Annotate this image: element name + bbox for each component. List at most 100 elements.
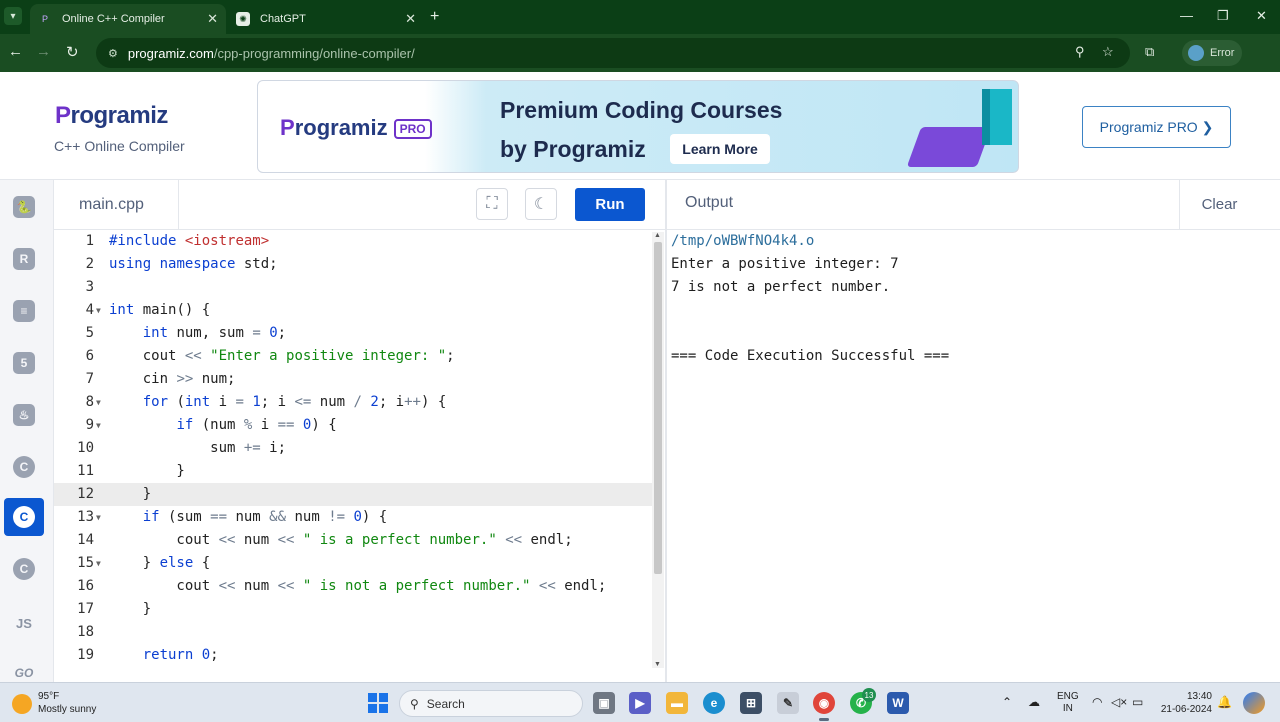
line-number: 18	[77, 624, 94, 640]
bookmark-star-icon[interactable]: ☆	[1102, 44, 1114, 60]
extensions-icon[interactable]: ⧉	[1145, 44, 1154, 60]
windows-start-icon[interactable]	[368, 693, 388, 713]
java-language-icon[interactable]: ♨	[4, 396, 44, 434]
code-line[interactable]: 19 return 0;	[54, 644, 652, 667]
code-line[interactable]: 15 ▼ } else {	[54, 552, 652, 575]
profile-error-chip[interactable]: Error	[1182, 40, 1242, 66]
clock-date: 21-06-2024	[1160, 704, 1212, 715]
chrome-icon[interactable]: ◉	[813, 692, 835, 721]
sql-language-icon[interactable]: ≡	[4, 292, 44, 330]
code-line[interactable]: 11 }	[54, 460, 652, 483]
teams-icon[interactable]: ▶	[629, 692, 651, 714]
file-tab-main-cpp[interactable]: main.cpp	[54, 180, 179, 229]
javascript-language-icon[interactable]: JS	[4, 604, 44, 642]
fold-arrow-icon[interactable]: ▼	[96, 506, 101, 529]
code-text: using namespace std;	[109, 256, 278, 272]
input-language[interactable]: ENG IN	[1057, 691, 1079, 715]
store-icon[interactable]: ⊞	[740, 692, 762, 714]
copilot-icon[interactable]	[1243, 692, 1265, 714]
pane-divider[interactable]	[665, 180, 667, 682]
minimize-icon[interactable]: —	[1180, 8, 1193, 23]
code-line[interactable]: 13 ▼ if (sum == num && num != 0) {	[54, 506, 652, 529]
code-line[interactable]: 18	[54, 621, 652, 644]
volume-muted-icon[interactable]: ◁×	[1111, 695, 1127, 709]
task-view-icon[interactable]: ▣	[593, 692, 615, 714]
forward-icon[interactable]: →	[36, 43, 51, 60]
edge-icon[interactable]: e	[703, 692, 725, 714]
scroll-down-arrow-icon[interactable]: ▼	[654, 661, 661, 668]
site-info-icon[interactable]: ⚙	[108, 47, 118, 60]
onedrive-icon[interactable]: ☁	[1028, 695, 1040, 709]
run-button[interactable]: Run	[575, 188, 645, 221]
code-line[interactable]: 17 }	[54, 598, 652, 621]
clear-button[interactable]: Clear	[1179, 180, 1259, 229]
word-icon[interactable]: W	[887, 692, 909, 714]
code-line[interactable]: 3	[54, 276, 652, 299]
banner-logo: Programiz PRO	[280, 115, 432, 141]
code-text: }	[109, 486, 152, 502]
reload-icon[interactable]: ↻	[66, 43, 79, 61]
address-bar[interactable]: ⚙ programiz.com/cpp-programming/online-c…	[96, 38, 1130, 68]
clock-time: 13:40	[1186, 691, 1212, 702]
code-text: }	[109, 601, 152, 617]
programiz-pro-button[interactable]: Programiz PRO ❯	[1082, 106, 1231, 148]
code-line[interactable]: 1 #include <iostream>	[54, 230, 652, 253]
code-line[interactable]: 14 cout << num << " is a perfect number.…	[54, 529, 652, 552]
fold-arrow-icon[interactable]: ▼	[96, 552, 101, 575]
c-language-icon[interactable]: C	[4, 448, 44, 486]
learn-more-button[interactable]: Learn More	[670, 134, 770, 164]
close-tab-icon[interactable]: ✕	[405, 11, 416, 27]
line-number: 2	[85, 256, 94, 272]
fullscreen-icon[interactable]: ⛶	[476, 188, 508, 220]
new-tab-button[interactable]: +	[430, 8, 439, 26]
taskbar-search[interactable]: ⚲ Search	[399, 690, 583, 717]
notepad-icon[interactable]: ✎	[777, 692, 799, 714]
code-text: }	[109, 463, 185, 479]
code-line[interactable]: 8 ▼ for (int i = 1; i <= num / 2; i++) {	[54, 391, 652, 414]
scrollbar-thumb[interactable]	[654, 242, 662, 574]
programiz-logo[interactable]: Programiz	[55, 102, 168, 130]
code-line[interactable]: 9 ▼ if (num % i == 0) {	[54, 414, 652, 437]
promo-banner[interactable]: Programiz PRO Premium Coding Courses by P…	[257, 80, 1019, 173]
code-line[interactable]: 2 using namespace std;	[54, 253, 652, 276]
tab-search-chevron-icon[interactable]: ▾	[4, 7, 22, 25]
code-editor[interactable]: 1 #include <iostream> 2 using namespace std…	[54, 230, 652, 682]
cpp-language-icon[interactable]: C	[4, 498, 44, 536]
csharp-language-icon[interactable]: C	[4, 550, 44, 588]
python-language-icon[interactable]: 🐍	[4, 188, 44, 226]
maximize-icon[interactable]: ❐	[1217, 8, 1229, 24]
fold-arrow-icon[interactable]: ▼	[96, 391, 101, 414]
line-number: 7	[85, 371, 94, 387]
scroll-up-arrow-icon[interactable]: ▲	[654, 232, 661, 239]
chatgpt-favicon-icon: ✺	[236, 12, 250, 26]
code-line[interactable]: 7 cin >> num;	[54, 368, 652, 391]
code-line[interactable]: 4 ▼ int main() {	[54, 299, 652, 322]
close-tab-icon[interactable]: ✕	[207, 11, 218, 27]
system-clock[interactable]: 13:40 21-06-2024	[1158, 690, 1212, 716]
wifi-icon[interactable]: ◠	[1092, 695, 1102, 709]
code-line[interactable]: 10 sum += i;	[54, 437, 652, 460]
code-text: cout << "Enter a positive integer: ";	[109, 348, 455, 364]
html-language-icon[interactable]: 5	[4, 344, 44, 382]
tab-online-compiler[interactable]: P Online C++ Compiler ✕	[30, 4, 226, 34]
fold-arrow-icon[interactable]: ▼	[96, 299, 101, 322]
close-window-icon[interactable]: ✕	[1256, 8, 1267, 24]
back-icon[interactable]: ←	[8, 43, 23, 60]
line-number: 14	[77, 532, 94, 548]
show-hidden-icons-icon[interactable]: ⌃	[1002, 695, 1012, 709]
notification-bell-icon[interactable]: 🔔	[1217, 695, 1232, 709]
fold-arrow-icon[interactable]: ▼	[96, 414, 101, 437]
file-explorer-icon[interactable]: ▬	[666, 692, 688, 714]
code-line[interactable]: 6 cout << "Enter a positive integer: ";	[54, 345, 652, 368]
tab-chatgpt[interactable]: ✺ ChatGPT ✕	[228, 4, 424, 34]
weather-widget[interactable]: 95°F Mostly sunny	[38, 690, 96, 716]
code-line[interactable]: 5 int num, sum = 0;	[54, 322, 652, 345]
r-language-icon[interactable]: R	[4, 240, 44, 278]
weather-sun-icon[interactable]	[12, 694, 32, 714]
dark-mode-moon-icon[interactable]: ☾	[525, 188, 557, 220]
code-line[interactable]: 12 }	[54, 483, 652, 506]
editor-scrollbar[interactable]: ▲ ▼	[652, 232, 664, 668]
battery-icon[interactable]: ▭	[1132, 695, 1143, 709]
zoom-icon[interactable]: ⚲	[1075, 44, 1085, 60]
code-line[interactable]: 16 cout << num << " is not a perfect num…	[54, 575, 652, 598]
